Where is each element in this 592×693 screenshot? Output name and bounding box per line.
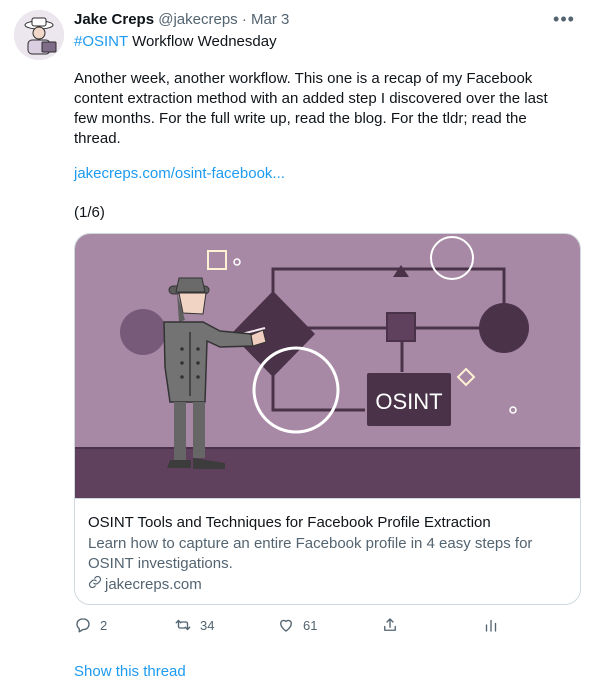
tweet-body: Another week, another workflow. This one… [74, 70, 548, 147]
card-description: Learn how to capture an entire Facebook … [88, 535, 533, 572]
analytics-icon [482, 616, 500, 634]
author-handle[interactable]: @jakecreps [158, 11, 237, 28]
author-name[interactable]: Jake Creps [74, 11, 154, 28]
card-domain[interactable]: jakecreps.com [88, 575, 202, 595]
show-thread-link[interactable]: Show this thread [74, 662, 186, 682]
share-icon [381, 616, 399, 634]
card-domain-text: jakecreps.com [105, 576, 202, 593]
tagline-text: Workflow Wednesday [127, 33, 277, 50]
tweet-link[interactable]: jakecreps.com/osint-facebook... [74, 164, 285, 184]
link-icon [88, 575, 102, 595]
link-preview-card[interactable]: OSINT OSINT Tools and Techniques for Fac… [74, 233, 581, 605]
tweet-header: Jake Creps @jakecreps · Mar 3 [74, 11, 572, 29]
retweet-icon [174, 616, 192, 634]
author-avatar[interactable] [14, 10, 64, 60]
card-image: OSINT [75, 234, 580, 498]
card-image-badge: OSINT [375, 389, 442, 414]
like-action[interactable]: 61 [277, 616, 317, 634]
reply-icon [74, 616, 92, 634]
more-icon[interactable]: ••• [550, 9, 578, 29]
like-count: 61 [303, 617, 318, 633]
hashtag-link[interactable]: #OSINT [74, 33, 128, 50]
analytics-action[interactable] [482, 616, 500, 634]
thread-counter: (1/6) [74, 204, 105, 221]
reply-count: 2 [100, 617, 108, 633]
heart-icon [277, 616, 295, 634]
tweet-date[interactable]: Mar 3 [251, 11, 289, 28]
retweet-action[interactable]: 34 [174, 616, 214, 634]
tweet-actions: 2 34 61 [74, 616, 514, 638]
share-action[interactable] [381, 616, 399, 634]
card-text-area: OSINT Tools and Techniques for Facebook … [75, 498, 580, 604]
avatar-illustration [14, 10, 64, 60]
card-title[interactable]: OSINT Tools and Techniques for Facebook … [88, 513, 491, 533]
tweet-first-line: #OSINT Workflow Wednesday [74, 32, 277, 52]
reply-action[interactable]: 2 [74, 616, 107, 634]
retweet-count: 34 [200, 617, 215, 633]
meta-separator: · [241, 11, 247, 28]
